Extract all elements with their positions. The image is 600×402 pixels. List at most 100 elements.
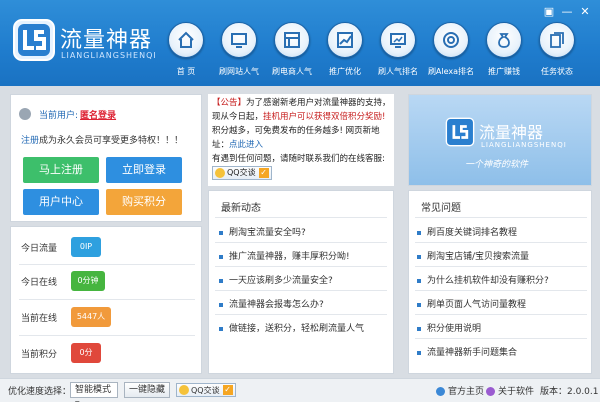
chart-icon [327,22,363,58]
footer-bar: 优化速度选择： 智能模式 ▾ 一键隐藏 QQ交谈✓ 官方主页 关于软件 版本：2… [0,378,600,402]
divider [19,299,195,300]
penguin-icon [215,168,225,178]
nav-website-traffic[interactable]: 刷网站人气 [209,22,269,80]
info-icon [486,387,495,396]
banner-logo [445,117,475,147]
check-icon: ✓ [258,168,269,178]
register-link[interactable]: 注册 [21,136,39,146]
divider [415,290,587,291]
buy-points-button[interactable]: 购买积分 [106,189,182,215]
divider [415,338,587,339]
faq-item[interactable]: 刷淘宝店铺/宝贝搜索流量 [417,249,529,262]
stat-value-online-users: 5447人 [71,307,111,327]
divider [415,314,587,315]
divider [215,314,387,315]
nav-ranking[interactable]: 刷人气排名 [368,22,428,80]
faq-item[interactable]: 刷百度关键词排名教程 [417,225,517,238]
screen-chart-icon [380,22,416,58]
register-button[interactable]: 马上注册 [23,157,99,183]
notice-highlight: 挂机用户可以获得双倍积分奖励! [263,112,386,122]
login-button[interactable]: 立即登录 [106,157,182,183]
nav-label: 刷人气排名 [378,67,418,76]
globe-icon [436,387,445,396]
homepage-link[interactable]: 官方主页 [436,384,484,397]
speed-mode-select[interactable]: 智能模式 ▾ [70,382,118,402]
divider [19,335,195,336]
news-panel: 最新动态 刷淘宝流量安全吗? 推广流量神器，赚丰厚积分呦! 一天应该刷多少流量安… [208,190,394,374]
banner-slogan: 一个神奇的软件 [465,160,529,170]
app-logo [12,18,56,62]
nav-label: 任务状态 [541,67,573,76]
check-icon: ✓ [222,385,233,395]
nav-label: 刷Alexa排名 [427,67,475,76]
faq-panel: 常见问题 刷百度关键词排名教程 刷淘宝店铺/宝贝搜索流量 为什么挂机软件却没有赚… [408,190,592,374]
stat-label: 今日流量 [21,244,58,254]
news-item[interactable]: 做链接，送积分，轻松刷流量人气 [219,321,364,334]
qq-chat-button[interactable]: QQ交谈 ✓ [212,166,272,180]
faq-item[interactable]: 积分使用说明 [417,321,481,334]
divider [215,290,387,291]
nav-earn-money[interactable]: 推广赚钱 [474,22,534,80]
nav-label: 刷网站人气 [219,67,259,76]
nav-task-status[interactable]: 任务状态 [527,22,587,80]
news-item[interactable]: 流量神器会报毒怎么办? [219,297,324,310]
stats-panel: 今日流量 0IP 今日在线 0分钟 当前在线 5447人 当前积分 0分 [10,226,202,374]
divider [215,242,387,243]
user-center-button[interactable]: 用户中心 [23,189,99,215]
speed-label: 优化速度选择： [8,387,72,397]
nav-home[interactable]: 首 页 [156,22,216,80]
user-panel: 当前用户: 匿名登录 注册成为永久会员可享受更多特权！！！ 马上注册 立即登录 … [10,94,202,222]
penguin-icon [179,385,189,395]
anonymous-login-link[interactable]: 匿名登录 [80,108,116,121]
minimize-button[interactable]: — [560,6,574,18]
divider [215,266,387,267]
register-note-text: 成为永久会员可享受更多特权！！！ [39,136,184,146]
stat-label: 今日在线 [21,278,58,288]
divider [215,217,387,218]
divider [415,242,587,243]
homepage-label: 官方主页 [448,387,485,397]
shop-icon [274,22,310,58]
about-label: 关于软件 [498,387,535,397]
divider [19,264,195,265]
nav-promotion[interactable]: 推广优化 [315,22,375,80]
news-item[interactable]: 刷淘宝流量安全吗? [219,225,306,238]
stat-label: 当前在线 [21,314,58,324]
news-item[interactable]: 一天应该刷多少流量安全? [219,273,333,286]
current-user-label: 当前用户: [39,110,79,121]
home-icon [168,22,204,58]
faq-item[interactable]: 刷单页面人气访问量教程 [417,297,526,310]
current-user: 当前用户: 匿名登录 [19,107,116,121]
monitor-icon [221,22,257,58]
news-item[interactable]: 推广流量神器，赚丰厚积分呦! [219,249,350,262]
footer-qq-chat-button[interactable]: QQ交谈 ✓ [176,383,236,397]
about-link[interactable]: 关于软件 [486,384,534,397]
faq-item[interactable]: 流量神器新手问题集合 [417,345,517,358]
nav-label: 首 页 [176,67,196,76]
nav-alexa[interactable]: 刷Alexa排名 [421,22,481,80]
nav-label: 推广优化 [329,67,361,76]
banner[interactable]: 流量神器 LIANGLIANGSHENQI 一个神奇的软件 [408,94,592,186]
money-bag-icon [486,22,522,58]
stat-value-points: 0分 [71,343,101,363]
one-click-hide-button[interactable]: 一键隐藏 [124,382,171,398]
nav-label: 推广赚钱 [488,67,520,76]
close-button[interactable]: ✕ [578,6,592,18]
stat-label: 当前积分 [21,350,58,360]
notice-link[interactable]: 点此进入 [229,140,263,150]
documents-icon [539,22,575,58]
at-icon [433,22,469,58]
stat-value-online-time: 0分钟 [71,271,105,291]
faq-title: 常见问题 [421,203,461,214]
header-bar: 流量神器 LIANGLIANGSHENQI ▣ — ✕ 首 页 刷网站人气 刷电… [0,0,600,86]
banner-subtitle: LIANGLIANGSHENQI [481,141,567,149]
qq-label: QQ交谈 [191,385,220,395]
restore-button[interactable]: ▣ [542,6,556,18]
notice-tag: 【公告】 [212,98,247,108]
nav-label: 刷电商人气 [272,67,312,76]
nav-ecommerce-traffic[interactable]: 刷电商人气 [262,22,322,80]
user-icon [19,108,31,120]
faq-item[interactable]: 为什么挂机软件却没有赚积分? [417,273,549,286]
notice-text: 【公告】为了感谢新老用户对流量神器的支持，现从今日起，挂机用户可以获得双倍积分奖… [212,96,392,181]
register-note: 注册成为永久会员可享受更多特权！！！ [21,133,183,146]
